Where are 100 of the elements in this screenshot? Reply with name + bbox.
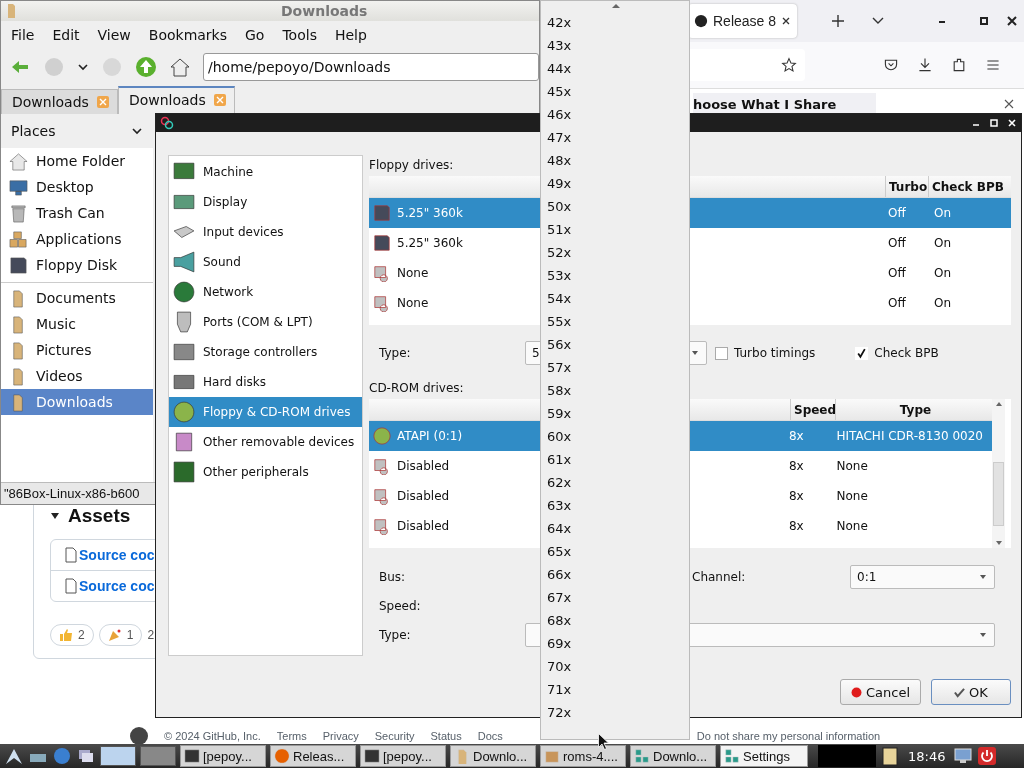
dropdown-option[interactable]: 70x <box>541 655 689 678</box>
footer-link[interactable]: © 2024 GitHub, Inc. <box>164 730 261 742</box>
checkbox[interactable]: Check BPB <box>855 346 939 360</box>
download-icon[interactable] <box>917 57 933 73</box>
dropdown-option[interactable]: 62x <box>541 471 689 494</box>
dropdown-option[interactable]: 45x <box>541 80 689 103</box>
taskbar-button[interactable]: Downlo... <box>450 745 536 767</box>
plus-icon[interactable] <box>831 14 846 28</box>
dropdown-option[interactable]: 57x <box>541 356 689 379</box>
column-header[interactable]: Speed <box>790 399 835 420</box>
menu-item[interactable]: Go <box>245 27 265 43</box>
folder-tab[interactable]: Downloads <box>117 86 235 114</box>
scroll-down-icon[interactable] <box>995 541 1002 545</box>
dropdown-option[interactable]: 49x <box>541 172 689 195</box>
workspace-button[interactable] <box>100 746 136 766</box>
clock[interactable]: 18:46 <box>908 748 946 764</box>
dropdown-option[interactable]: 42x <box>541 11 689 34</box>
taskbar-button[interactable]: Releas... <box>270 745 356 767</box>
menu-item[interactable]: Tools <box>282 27 317 43</box>
footer-link[interactable]: Privacy <box>322 730 359 742</box>
maximize-icon[interactable] <box>989 118 999 128</box>
place-item[interactable]: Pictures <box>1 337 153 363</box>
dropdown-option[interactable]: 64x <box>541 517 689 540</box>
dropdown-option[interactable]: 44x <box>541 57 689 80</box>
menu-icon[interactable] <box>985 57 1001 73</box>
dropdown-option[interactable]: 72x <box>541 701 689 724</box>
dropdown-option[interactable]: 52x <box>541 241 689 264</box>
scrollbar[interactable] <box>992 399 1005 548</box>
browser-tab[interactable]: Release 8 <box>688 4 798 38</box>
asset-link[interactable]: Source coc <box>79 578 155 594</box>
puzzle-icon[interactable] <box>951 57 967 73</box>
footer-link[interactable]: Docs <box>477 730 503 742</box>
dropdown-option[interactable]: 60x <box>541 425 689 448</box>
category-item[interactable]: Machine <box>169 157 362 187</box>
github-icon[interactable] <box>130 727 148 745</box>
monitor-icon[interactable] <box>953 746 974 766</box>
column-header[interactable]: Turbo <box>885 176 928 197</box>
menu-item[interactable]: Edit <box>52 27 80 43</box>
checkbox[interactable]: Turbo timings <box>715 346 816 360</box>
place-item[interactable]: Floppy Disk <box>1 252 153 278</box>
dropdown-option[interactable]: 71x <box>541 678 689 701</box>
taskbar-button[interactable]: [pepoy... <box>180 745 266 767</box>
scroll-up-icon[interactable] <box>995 402 1002 406</box>
dropdown-option[interactable]: 51x <box>541 218 689 241</box>
place-item[interactable]: Trash Can <box>1 200 153 226</box>
house-icon[interactable] <box>169 56 191 78</box>
dropdown-option[interactable]: 58x <box>541 379 689 402</box>
close-icon[interactable] <box>1005 14 1020 28</box>
taskbar-button[interactable]: [pepoy... <box>360 745 446 767</box>
footer-link[interactable]: Status <box>430 730 462 742</box>
category-item[interactable]: Sound <box>169 247 362 277</box>
scroll-up-icon[interactable] <box>611 3 621 9</box>
dropdown-option[interactable]: 67x <box>541 586 689 609</box>
dropdown-option[interactable]: 68x <box>541 609 689 632</box>
dropdown-option[interactable]: 50x <box>541 195 689 218</box>
asset-link[interactable]: Source coc <box>79 547 155 563</box>
place-item[interactable]: Home Folder <box>1 148 153 174</box>
dropdown-option[interactable]: 66x <box>541 563 689 586</box>
category-item[interactable]: Ports (COM & LPT) <box>169 307 362 337</box>
place-item[interactable]: Videos <box>1 363 153 389</box>
place-item[interactable]: Applications <box>1 226 153 252</box>
menu-item[interactable]: Help <box>334 27 367 43</box>
triangle-down-icon[interactable] <box>50 511 60 521</box>
dropdown-option[interactable]: 59x <box>541 402 689 425</box>
folder-tab[interactable]: Downloads <box>1 89 118 114</box>
dropdown-option[interactable]: 55x <box>541 310 689 333</box>
category-item[interactable]: Other removable devices <box>169 427 362 457</box>
taskbar-button[interactable]: roms-4.... <box>540 745 626 767</box>
dropdown-option[interactable]: 56x <box>541 333 689 356</box>
dropdown-option[interactable]: 46x <box>541 103 689 126</box>
category-item[interactable]: Input devices <box>169 217 362 247</box>
dropdown-option[interactable]: 65x <box>541 540 689 563</box>
taskbar-button[interactable]: Settings <box>720 745 808 767</box>
place-item[interactable]: Music <box>1 311 153 337</box>
channel-dropdown[interactable]: 0:1 <box>850 565 995 589</box>
category-item[interactable]: Display <box>169 187 362 217</box>
caret-icon[interactable] <box>77 61 89 73</box>
category-item[interactable]: Storage controllers <box>169 337 362 367</box>
close-icon[interactable] <box>781 16 792 26</box>
menu-item[interactable]: File <box>11 27 35 43</box>
dropdown-option[interactable]: 43x <box>541 34 689 57</box>
menu-item[interactable]: Bookmarks <box>148 27 227 43</box>
dropdown-option[interactable]: 53x <box>541 264 689 287</box>
dropdown-option[interactable]: 61x <box>541 448 689 471</box>
dropdown-option[interactable]: 48x <box>541 149 689 172</box>
power-icon[interactable] <box>977 746 998 766</box>
dropdown-option[interactable]: 63x <box>541 494 689 517</box>
place-item[interactable]: Desktop <box>1 174 153 200</box>
category-item[interactable]: Network <box>169 277 362 307</box>
dropdown-option[interactable]: 47x <box>541 126 689 149</box>
star-icon[interactable] <box>781 57 797 73</box>
globe-icon[interactable] <box>52 746 72 766</box>
path-field[interactable]: /home/pepoyo/Downloads <box>203 53 539 81</box>
footer-link[interactable]: Do not share my personal information <box>696 730 881 742</box>
footer-link[interactable]: Security <box>374 730 415 742</box>
clipboard-icon[interactable] <box>880 746 900 766</box>
pocket-icon[interactable] <box>883 57 899 73</box>
places-dropdown[interactable]: Places <box>1 114 151 148</box>
category-item[interactable]: Hard disks <box>169 367 362 397</box>
category-item[interactable]: Floppy & CD-ROM drives <box>169 397 362 427</box>
